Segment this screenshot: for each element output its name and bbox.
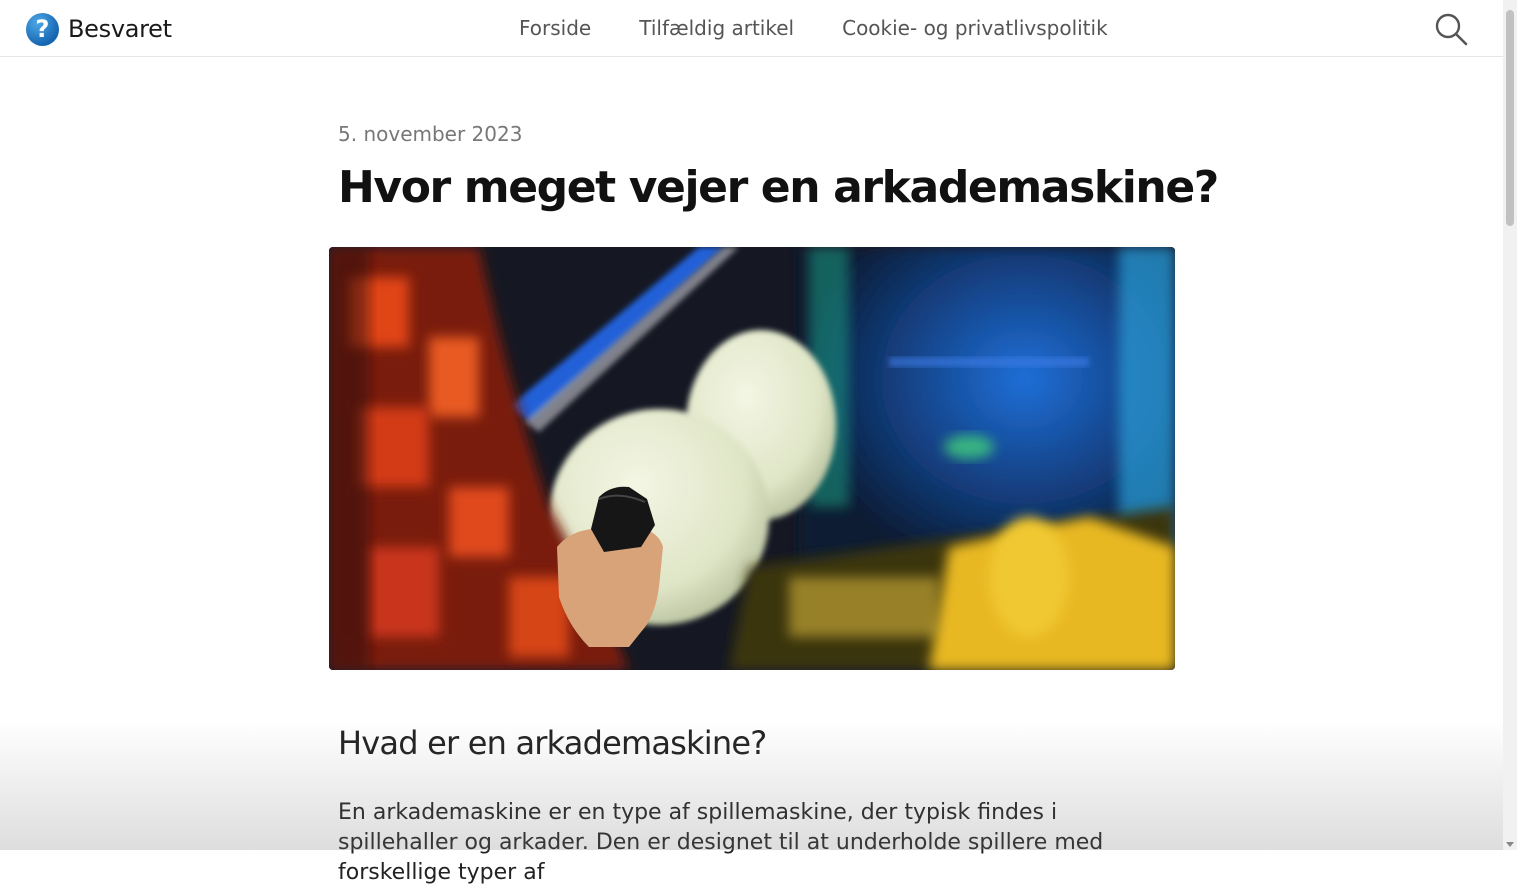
search-button[interactable] [1434,12,1468,46]
scroll-down-arrow-icon[interactable] [1506,842,1514,847]
section-heading: Hvad er en arkademaskine? [338,724,767,762]
site-logo[interactable]: ? Besvaret [26,12,172,46]
nav-item-random-article[interactable]: Tilfældig artikel [639,16,794,40]
nav-item-cookie-policy[interactable]: Cookie- og privatlivspolitik [842,16,1108,40]
article-hero-image [329,247,1175,670]
question-mark-icon: ? [26,12,59,46]
article-date: 5. november 2023 [338,122,523,146]
main-nav: Forside Tilfældig artikel Cookie- og pri… [519,16,1156,40]
site-header: ? Besvaret Forside Tilfældig artikel Coo… [0,0,1503,57]
article-paragraph: En arkademaskine er en type af spillemas… [338,800,1104,885]
site-name: Besvaret [68,15,172,43]
scrollbar-thumb[interactable] [1506,10,1514,226]
page-scrollbar[interactable] [1503,0,1517,850]
nav-item-forside[interactable]: Forside [519,16,591,40]
search-icon [1435,13,1468,46]
arcade-photo [329,247,1175,670]
article-title: Hvor meget vejer en arkademaskine? [338,162,1219,213]
